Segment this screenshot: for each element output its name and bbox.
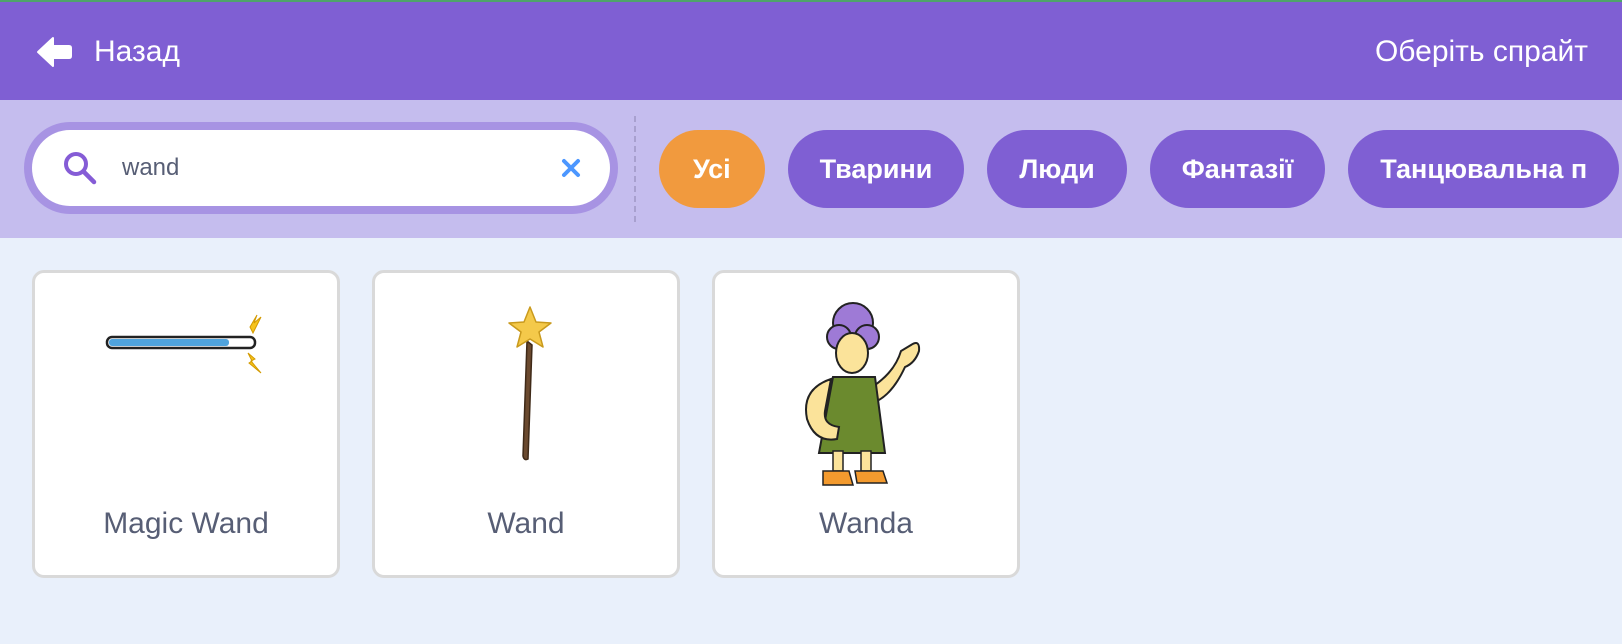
search-input[interactable] — [122, 130, 542, 206]
tag-people[interactable]: Люди — [987, 130, 1127, 208]
clear-search-icon[interactable] — [560, 157, 582, 179]
arrow-left-icon — [37, 37, 72, 67]
tag-fantasy[interactable]: Фантазії — [1149, 130, 1326, 208]
page-title: Оберіть спрайт — [1374, 35, 1588, 68]
sprite-name: Wand — [487, 507, 565, 540]
sprite-card-wanda[interactable]: Wanda — [712, 270, 1020, 578]
wanda-character-sprite-icon — [805, 302, 921, 486]
sprite-card-wand[interactable]: Wand — [372, 270, 680, 578]
search-box — [24, 122, 618, 214]
tag-list: Усі Тварини Люди Фантазії Танцювальна п — [659, 130, 1622, 208]
filter-bar: Усі Тварини Люди Фантазії Танцювальна п — [0, 100, 1622, 238]
filter-divider — [634, 116, 636, 222]
tag-dance[interactable]: Танцювальна п — [1348, 130, 1620, 208]
search-icon — [64, 152, 97, 185]
sprite-grid: Magic Wand Wand Wanda — [32, 270, 1052, 578]
sprite-card-magic-wand[interactable]: Magic Wand — [32, 270, 340, 578]
sprite-name: Wanda — [819, 507, 913, 540]
tag-all[interactable]: Усі — [659, 130, 765, 208]
magic-wand-sprite-icon — [105, 314, 262, 374]
top-bar: Назад Оберіть спрайт — [0, 0, 1622, 100]
sprite-name: Magic Wand — [103, 507, 269, 540]
back-button[interactable]: Назад — [36, 32, 180, 72]
star-wand-sprite-icon — [508, 306, 552, 461]
back-label: Назад — [94, 35, 180, 68]
search-field — [32, 130, 610, 206]
tag-animals[interactable]: Тварини — [787, 130, 965, 208]
